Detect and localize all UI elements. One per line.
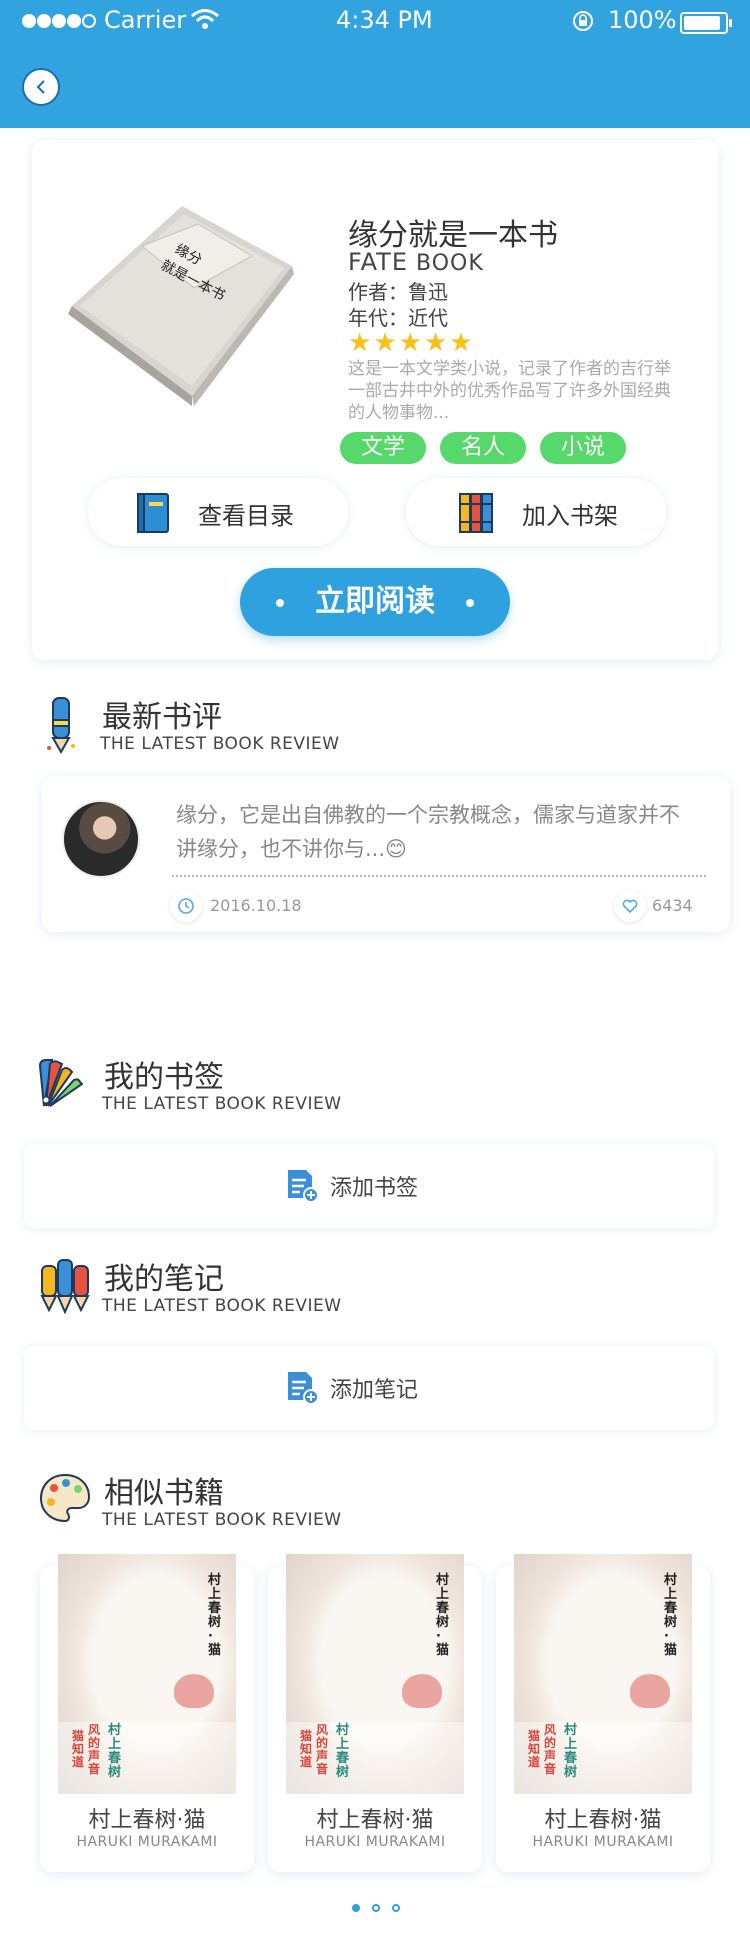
back-button[interactable] bbox=[22, 68, 60, 106]
star-icon: ★ bbox=[398, 328, 422, 358]
book-catalog-icon bbox=[137, 493, 169, 533]
add-bookmark-label: 添加书签 bbox=[330, 1176, 419, 1201]
cover-text: 村上春树 bbox=[336, 1723, 350, 1780]
battery-percent: 100% bbox=[608, 6, 677, 34]
book-author: 作者：鲁迅 bbox=[348, 280, 448, 304]
cover-text: 村上春树·猫 bbox=[664, 1573, 678, 1658]
chevron-left-icon bbox=[36, 80, 45, 94]
book-subtitle-small: BOOK bbox=[415, 251, 484, 276]
book-description: 这是一本文学类小说，记录了作者的吉行举一部古井中外的优秀作品写了许多外国经典的人… bbox=[348, 359, 671, 423]
cover-text: 猫知道 bbox=[300, 1729, 313, 1769]
add-to-shelf-label: 加入书架 bbox=[522, 502, 618, 530]
like-button[interactable] bbox=[614, 890, 646, 922]
cover-text: 村上春树·猫 bbox=[436, 1573, 450, 1658]
divider bbox=[172, 875, 706, 877]
view-catalog-label: 查看目录 bbox=[198, 502, 294, 530]
bookmark-section-title: 我的书签 bbox=[104, 1060, 224, 1095]
similar-book-cover: 村上春树·猫 村上春树 猫知道 风的声音 bbox=[286, 1554, 464, 1794]
heart-icon bbox=[622, 899, 638, 913]
clock-icon bbox=[178, 898, 194, 914]
pencils-icon bbox=[40, 1259, 90, 1314]
star-icon: ★ bbox=[348, 328, 372, 358]
cover-text: 村上春树·猫 bbox=[208, 1573, 222, 1658]
bullet-dot bbox=[276, 599, 284, 607]
battery-icon bbox=[680, 12, 732, 34]
similar-section-title: 相似书籍 bbox=[104, 1476, 224, 1511]
carrier-label: Carrier bbox=[104, 6, 187, 34]
signal-icon bbox=[22, 14, 96, 30]
bookmark-section-subtitle: THE LATEST BOOK REVIEW bbox=[102, 1094, 342, 1114]
clock-icon-chip bbox=[170, 890, 202, 922]
palette-icon bbox=[39, 1473, 91, 1523]
star-icon: ★ bbox=[373, 328, 397, 358]
similar-book-author: HARUKI MURAKAMI bbox=[76, 1834, 218, 1850]
similar-book-card[interactable]: 村上春树·猫 村上春树 猫知道 风的声音 村上春树·猫 HARUKI MURAK… bbox=[496, 1554, 710, 1872]
similar-book-author: HARUKI MURAKAMI bbox=[532, 1834, 674, 1850]
review-body: 缘分，它是出自佛教的一个宗教概念，儒家与道家并不讲缘分，也不讲你与... bbox=[176, 803, 680, 861]
read-now-button[interactable]: 立即阅读 bbox=[240, 568, 510, 636]
book-cover-image: 缘分 就是一本书 bbox=[68, 206, 294, 406]
bookshelf-icon bbox=[459, 493, 493, 533]
cover-text: 风的声音 bbox=[316, 1723, 329, 1776]
color-swatch-icon bbox=[38, 1059, 84, 1107]
view-catalog-button[interactable]: 查看目录 bbox=[88, 478, 348, 546]
cover-text: 猫知道 bbox=[528, 1729, 541, 1769]
add-document-icon bbox=[288, 1372, 319, 1405]
rotation-lock-icon bbox=[573, 11, 593, 31]
book-subtitle-big: FATE bbox=[348, 248, 408, 276]
star-icon: ★ bbox=[423, 328, 448, 358]
review-text: 缘分，它是出自佛教的一个宗教概念，儒家与道家并不讲缘分，也不讲你与...😊 bbox=[176, 798, 696, 866]
cover-text: 村上春树 bbox=[108, 1723, 122, 1780]
star-icon: ★ bbox=[449, 328, 473, 358]
bullet-dot bbox=[466, 599, 474, 607]
page-indicator[interactable] bbox=[392, 1904, 400, 1912]
like-count: 6434 bbox=[652, 896, 693, 915]
smile-emoji-icon: 😊 bbox=[385, 837, 407, 861]
similar-book-title: 村上春树·猫 bbox=[544, 1808, 662, 1833]
notes-section-subtitle: THE LATEST BOOK REVIEW bbox=[102, 1296, 342, 1316]
similar-book-cover: 村上春树·猫 村上春树 猫知道 风的声音 bbox=[58, 1554, 236, 1794]
book-era: 年代：近代 bbox=[348, 306, 448, 330]
similar-book-title: 村上春树·猫 bbox=[316, 1808, 434, 1833]
add-note-button[interactable]: 添加笔记 bbox=[24, 1346, 714, 1430]
add-to-shelf-button[interactable]: 加入书架 bbox=[406, 478, 666, 546]
avatar[interactable] bbox=[62, 800, 140, 878]
pencil-icon bbox=[47, 697, 75, 754]
notes-section-title: 我的笔记 bbox=[104, 1262, 224, 1297]
review-date: 2016.10.18 bbox=[210, 896, 302, 915]
read-now-label: 立即阅读 bbox=[315, 584, 435, 619]
cover-text: 风的声音 bbox=[88, 1723, 101, 1776]
tag-celebrity[interactable]: 名人 bbox=[440, 432, 526, 464]
similar-book-cover: 村上春树·猫 村上春树 猫知道 风的声音 bbox=[514, 1554, 692, 1794]
similar-book-author: HARUKI MURAKAMI bbox=[304, 1834, 446, 1850]
cover-text: 猫知道 bbox=[72, 1729, 85, 1769]
tag-literature[interactable]: 文学 bbox=[340, 432, 426, 464]
cover-text: 村上春树 bbox=[564, 1723, 578, 1780]
similar-book-card[interactable]: 村上春树·猫 村上春树 猫知道 风的声音 村上春树·猫 HARUKI MURAK… bbox=[268, 1554, 482, 1872]
add-bookmark-button[interactable]: 添加书签 bbox=[24, 1144, 714, 1228]
cover-text: 风的声音 bbox=[544, 1723, 557, 1776]
review-section-subtitle: THE LATEST BOOK REVIEW bbox=[100, 734, 340, 754]
tag-novel[interactable]: 小说 bbox=[540, 432, 626, 464]
page-indicator-active[interactable] bbox=[352, 1904, 360, 1912]
page-indicator[interactable] bbox=[372, 1904, 380, 1912]
add-note-label: 添加笔记 bbox=[330, 1378, 419, 1403]
book-subtitle: FATE BOOK bbox=[348, 248, 484, 276]
wifi-icon bbox=[191, 9, 219, 29]
similar-book-card[interactable]: 村上春树·猫 村上春树 猫知道 风的声音 村上春树·猫 HARUKI MURAK… bbox=[40, 1554, 254, 1872]
status-bar: Carrier 4:34 PM 100% bbox=[0, 0, 750, 44]
rating-stars: ★★★★★ bbox=[348, 328, 475, 358]
similar-book-title: 村上春树·猫 bbox=[88, 1808, 206, 1833]
clock-time: 4:34 PM bbox=[336, 6, 433, 34]
review-section-title: 最新书评 bbox=[102, 700, 222, 735]
add-document-icon bbox=[288, 1170, 319, 1203]
similar-section-subtitle: THE LATEST BOOK REVIEW bbox=[102, 1510, 342, 1530]
